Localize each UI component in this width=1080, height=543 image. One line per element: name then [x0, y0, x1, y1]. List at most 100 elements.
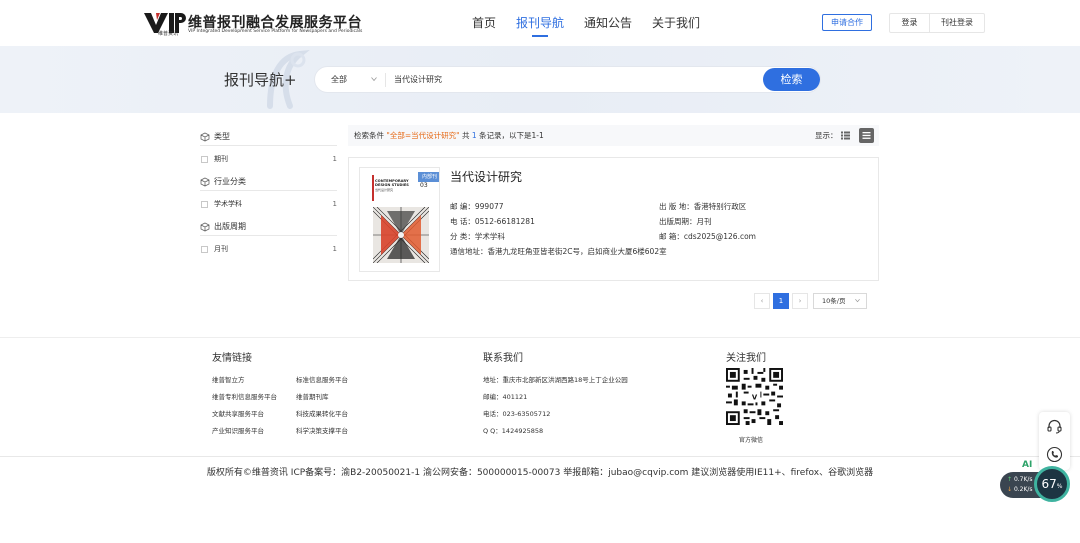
search-banner: 报刊导航+ 全部 检索 — [0, 46, 1080, 113]
upload-speed: ↑ 0.7K/s — [1007, 476, 1033, 483]
prev-page-button[interactable]: ‹ — [754, 293, 770, 309]
footer-link[interactable]: 科技成果转化平台 — [296, 408, 348, 418]
journal-cover[interactable]: CONTEMPORARY DESIGN STUDIES 当代设计研究 03 内部… — [359, 167, 440, 272]
filter-item-count: 1 — [332, 155, 337, 163]
login-button-group: 登录 刊社登录 — [889, 13, 985, 33]
footer-link[interactable]: 维普智立方 — [212, 374, 245, 384]
contact-phone: 电话：023-63505712 — [483, 410, 551, 418]
info-phone: 电 话：0512-66181281 — [450, 217, 535, 226]
condition-prefix: 检索条件 — [354, 131, 384, 140]
next-page-button[interactable]: › — [792, 293, 808, 309]
footer-links-title: 友情链接 — [212, 353, 252, 364]
journal-result-card[interactable]: CONTEMPORARY DESIGN STUDIES 当代设计研究 03 内部… — [348, 157, 879, 281]
floating-service-panel — [1039, 412, 1070, 470]
filter-group-cycle: 出版周期 月刊 1 — [200, 218, 337, 263]
footer-link[interactable]: 维普期刊库 — [296, 391, 329, 401]
page-1-button[interactable]: 1 — [773, 293, 789, 309]
wechat-qr-code-icon: V — [726, 368, 783, 425]
cover-issue-number: 03 — [420, 182, 428, 189]
footer-link[interactable]: 标准信息服务平台 — [296, 374, 348, 384]
search-box: 全部 检索 — [314, 66, 821, 93]
internal-journal-badge: 内部刊 — [418, 172, 439, 182]
memory-usage-indicator[interactable]: 67% — [1034, 466, 1070, 502]
cube-icon — [200, 222, 210, 232]
apply-cooperation-button[interactable]: 申请合作 — [822, 14, 872, 31]
contact-qq: Q Q：1424925858 — [483, 427, 544, 435]
filter-title-label: 行业分类 — [214, 177, 246, 186]
footer-follow-title: 关注我们 — [726, 353, 766, 364]
nav-home[interactable]: 首页 — [472, 0, 496, 46]
usage-percent-unit: % — [1056, 483, 1063, 490]
cover-red-bar — [372, 175, 374, 201]
checkbox[interactable] — [201, 201, 208, 208]
filter-item-label: 月刊 — [214, 245, 228, 253]
page-size-select[interactable]: 10条/页 — [813, 293, 867, 309]
footer-link[interactable]: 文献共享服务平台 — [212, 408, 264, 418]
headset-icon[interactable] — [1046, 418, 1063, 435]
checkbox[interactable] — [201, 246, 208, 253]
filter-item-periodical[interactable]: 期刊 1 — [200, 146, 337, 173]
footer-link[interactable]: 产业知识服务平台 — [212, 425, 264, 435]
ai-assistant-label[interactable]: AI — [1022, 460, 1032, 470]
filter-title-label: 类型 — [214, 132, 230, 141]
nav-about[interactable]: 关于我们 — [652, 0, 700, 46]
detail-view-icon — [862, 132, 871, 139]
chevron-down-icon — [855, 299, 860, 303]
info-category: 分 类：学术学科 — [450, 232, 505, 241]
detail-view-button[interactable] — [859, 128, 874, 143]
info-postcode: 邮 编：999077 — [450, 202, 504, 211]
chevron-down-icon[interactable] — [371, 76, 377, 82]
filter-title: 出版周期 — [200, 218, 337, 236]
logo-subtitle: VIP Integrated Development Service Platf… — [188, 29, 363, 34]
cover-artwork-icon — [373, 207, 429, 263]
journal-title[interactable]: 当代设计研究 — [450, 168, 522, 185]
filter-item-count: 1 — [332, 245, 337, 253]
site-footer: 友情链接 维普智立方 标准信息服务平台 维普专利信息服务平台 维普期刊库 文献共… — [0, 337, 1080, 543]
search-input[interactable] — [394, 67, 754, 92]
filter-title: 类型 — [200, 128, 337, 146]
info-email: 邮 箱：cds2025@126.com — [659, 232, 756, 241]
arrow-down-icon: ↓ — [1007, 486, 1014, 493]
upload-speed-value: 0.7K/s — [1013, 476, 1033, 483]
list-view-icon[interactable] — [841, 131, 850, 140]
login-button[interactable]: 登录 — [890, 14, 930, 32]
download-speed-value: 0.2K/s — [1013, 486, 1033, 493]
phone-icon[interactable] — [1046, 446, 1063, 463]
cover-title-line2: DESIGN STUDIES — [375, 183, 409, 187]
info-publish-place: 出 版 地：香港特别行政区 — [659, 202, 747, 211]
top-header: 维普资讯 维普报刊融合发展服务平台 VIP Integrated Develop… — [0, 0, 1080, 46]
result-count: 1 — [471, 131, 477, 140]
checkbox[interactable] — [201, 156, 208, 163]
contact-postcode: 邮编：401121 — [483, 393, 528, 401]
view-mode-label: 显示： — [815, 131, 838, 140]
filter-item-academic[interactable]: 学术学科 1 — [200, 191, 337, 218]
footer-link[interactable]: 维普专利信息服务平台 — [212, 391, 277, 401]
cube-icon — [200, 132, 210, 142]
copyright-bar: 版权所有©维普资讯 ICP备案号：渝B2-20050021-1 渝公网安备：50… — [0, 456, 1080, 490]
search-scope-select[interactable]: 全部 — [331, 67, 347, 92]
result-summary-bar: 检索条件 "全部=当代设计研究" 共 1 条记录，以下是1-1 显示： — [348, 125, 879, 146]
condition-suffix: 条记录，以下是1-1 — [479, 131, 544, 140]
nav-journal-navigation[interactable]: 报刊导航 — [516, 0, 564, 46]
filter-group-type: 类型 期刊 1 — [200, 128, 337, 173]
usage-percent: 67 — [1041, 477, 1057, 491]
page-size-value: 10条/页 — [822, 297, 846, 305]
download-speed: ↓ 0.2K/s — [1007, 486, 1033, 493]
main-nav: 首页 报刊导航 通知公告 关于我们 — [472, 0, 720, 46]
filter-item-label: 期刊 — [214, 155, 228, 163]
filter-group-industry: 行业分类 学术学科 1 — [200, 173, 337, 218]
journal-login-button[interactable]: 刊社登录 — [930, 14, 984, 32]
page-title: 报刊导航+ — [224, 71, 297, 89]
filter-item-monthly[interactable]: 月刊 1 — [200, 236, 337, 263]
filter-title-label: 出版周期 — [214, 222, 246, 231]
search-button[interactable]: 检索 — [763, 68, 820, 91]
arrow-up-icon: ↑ — [1007, 476, 1014, 483]
cover-subtitle: 当代设计研究 — [375, 188, 394, 192]
site-logo[interactable]: 维普资讯 维普报刊融合发展服务平台 VIP Integrated Develop… — [144, 11, 362, 37]
footer-link[interactable]: 科学决策支撑平台 — [296, 425, 348, 435]
filter-title: 行业分类 — [200, 173, 337, 191]
condition-query: "全部=当代设计研究" — [386, 131, 460, 140]
logo-cn-small: 维普资讯 — [158, 31, 179, 37]
footer-contact-title: 联系我们 — [483, 353, 523, 364]
nav-notices[interactable]: 通知公告 — [584, 0, 632, 46]
